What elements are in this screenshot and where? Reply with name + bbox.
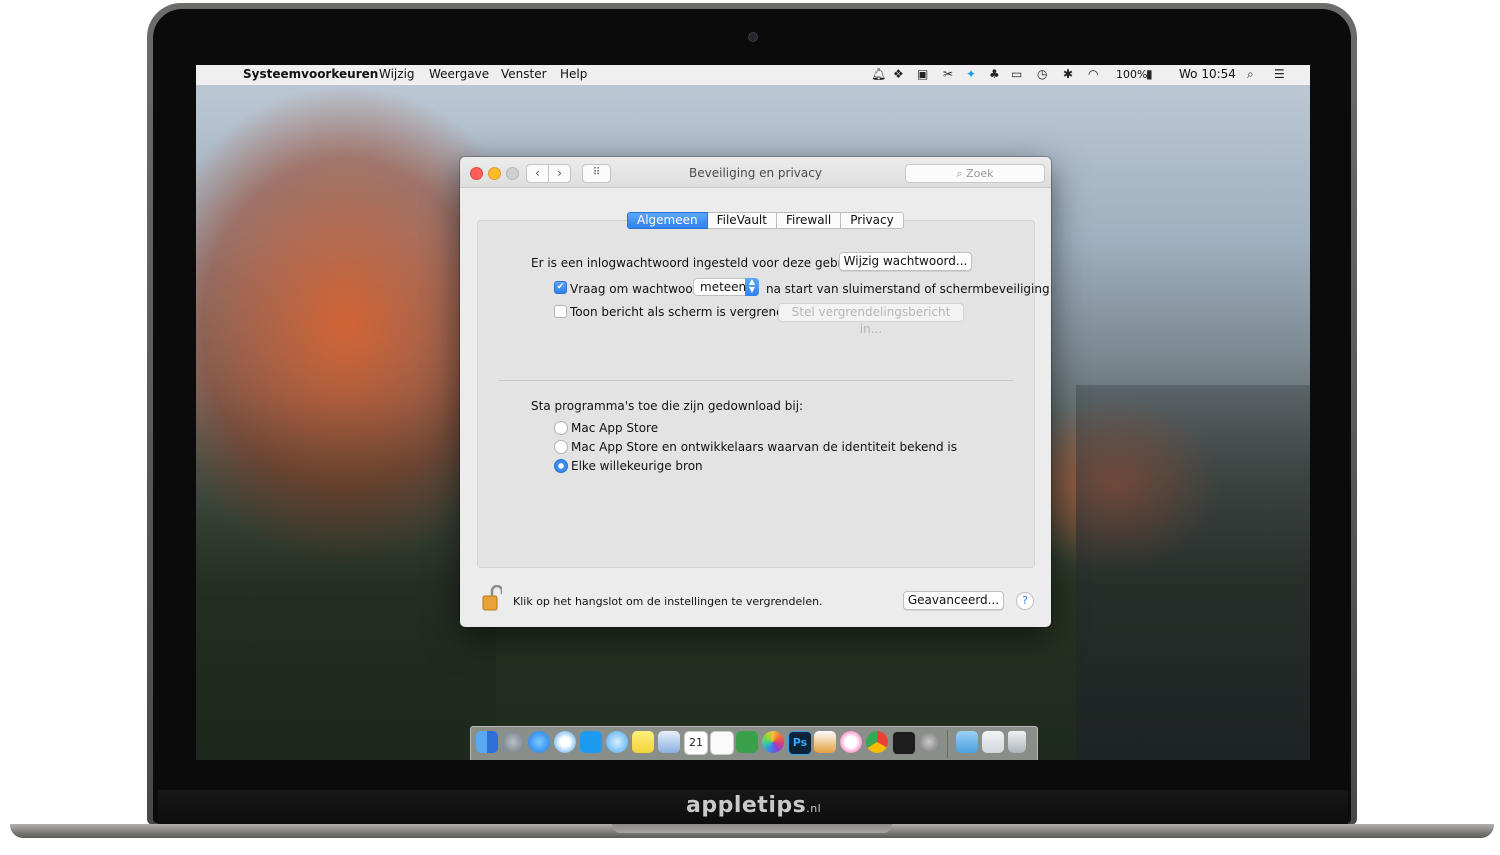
- search-icon: ⌕: [956, 167, 963, 180]
- spotlight-search-icon[interactable]: ⌕: [1247, 67, 1254, 82]
- menu-app-name[interactable]: Systeemvoorkeuren: [243, 67, 378, 81]
- notification-bell-icon[interactable]: 🔔︎: [871, 67, 886, 81]
- menu-venster[interactable]: Venster: [501, 67, 547, 81]
- trash-icon[interactable]: [1008, 731, 1026, 753]
- menu-help[interactable]: Help: [560, 67, 587, 81]
- launchpad-icon[interactable]: [502, 731, 524, 753]
- radio-mac-app-store[interactable]: [554, 421, 568, 435]
- search-placeholder: Zoek: [966, 167, 994, 180]
- security-privacy-window: ‹ › ⠿ Beveiliging en privacy ⌕ Zoek Alge…: [460, 157, 1051, 627]
- require-password-suffix: na start van sluimerstand of schermbevei…: [766, 282, 1050, 296]
- allow-apps-label: Sta programma's toe die zijn gedownload …: [531, 399, 804, 413]
- reminders-icon[interactable]: [710, 731, 734, 755]
- calendar-icon[interactable]: 21: [684, 731, 708, 755]
- change-password-button[interactable]: Wijzig wachtwoord...: [839, 252, 972, 271]
- bluetooth-icon[interactable]: ✱: [1063, 67, 1073, 81]
- lock-instruction-text: Klik op het hangslot om de instellingen …: [513, 595, 823, 608]
- radio-identified-developers[interactable]: [554, 440, 568, 454]
- evernote-menu-icon[interactable]: ♣: [989, 67, 1000, 81]
- require-password-checkbox[interactable]: ✔: [554, 281, 567, 294]
- search-field[interactable]: ⌕ Zoek: [905, 164, 1045, 183]
- dock: 21 Ps: [470, 726, 1038, 760]
- updown-arrows-icon: ▲ ▼: [745, 278, 759, 296]
- menu-bar: Systeemvoorkeuren Wijzig Weergave Venste…: [196, 65, 1310, 85]
- menu-weergave[interactable]: Weergave: [429, 67, 489, 81]
- require-password-label: Vraag om wachtwoord: [570, 282, 706, 296]
- radio-anywhere[interactable]: [554, 459, 568, 473]
- battery-percentage: 100%: [1116, 68, 1148, 81]
- brand-logo: appletips.nl: [686, 793, 822, 818]
- menu-clock[interactable]: Wo 10:54: [1179, 67, 1236, 81]
- checkmark-icon: ✔: [556, 282, 565, 292]
- mail-icon[interactable]: [982, 731, 1004, 753]
- wifi-icon[interactable]: ◠: [1088, 67, 1098, 81]
- time-machine-icon[interactable]: ◷: [1037, 67, 1047, 81]
- downloads-folder-icon[interactable]: [956, 731, 978, 753]
- notes-icon[interactable]: [632, 731, 654, 753]
- evernote-icon[interactable]: [736, 731, 758, 753]
- camera: [748, 32, 758, 42]
- set-lock-message-button[interactable]: Stel vergrendelingsbericht in...: [778, 303, 964, 336]
- dock-separator: [947, 730, 948, 758]
- tab-privacy[interactable]: Privacy: [841, 212, 904, 229]
- terminal-icon[interactable]: [892, 731, 916, 755]
- tab-filevault[interactable]: FileVault: [707, 212, 777, 229]
- settings-panel: [477, 220, 1035, 568]
- twitter-menu-icon[interactable]: ✦: [966, 67, 976, 81]
- preview-icon[interactable]: [658, 731, 680, 753]
- desktop: Systeemvoorkeuren Wijzig Weergave Venste…: [196, 65, 1310, 760]
- radio-label-anywhere: Elke willekeurige bron: [571, 459, 703, 473]
- menu-wijzig[interactable]: Wijzig: [379, 67, 415, 81]
- dropbox-icon[interactable]: ❖: [893, 67, 904, 81]
- itunes-icon[interactable]: [840, 731, 862, 753]
- padlock-open-icon[interactable]: [482, 585, 502, 611]
- password-status-text: Er is een inlogwachtwoord ingesteld voor…: [531, 256, 873, 270]
- chrome-icon[interactable]: [866, 731, 888, 753]
- laptop-notch: [612, 824, 892, 833]
- system-preferences-icon[interactable]: [918, 731, 940, 753]
- photoshop-icon[interactable]: Ps: [788, 731, 812, 755]
- radio-label-mac-app-store: Mac App Store: [571, 421, 659, 435]
- tab-firewall[interactable]: Firewall: [776, 212, 842, 229]
- tab-bar: Algemeen FileVault Firewall Privacy: [627, 212, 904, 229]
- notification-center-icon[interactable]: ☰: [1274, 67, 1285, 81]
- help-button[interactable]: ?: [1016, 592, 1034, 610]
- radio-label-identified-developers: Mac App Store en ontwikkelaars waarvan d…: [571, 440, 957, 454]
- battery-icon[interactable]: ▮: [1146, 67, 1153, 81]
- display-icon[interactable]: ▣: [917, 67, 928, 81]
- scissors-icon[interactable]: ✂: [943, 67, 953, 81]
- messages-icon[interactable]: [606, 731, 628, 753]
- advanced-button[interactable]: Geavanceerd...: [903, 591, 1004, 610]
- twitter-icon[interactable]: [580, 731, 602, 753]
- section-divider: [498, 380, 1014, 381]
- show-message-checkbox[interactable]: [554, 305, 567, 318]
- tab-algemeen[interactable]: Algemeen: [627, 212, 708, 229]
- photos-icon[interactable]: [762, 731, 784, 753]
- password-delay-value: meteen: [700, 280, 747, 294]
- show-message-label: Toon bericht als scherm is vergrendeld: [570, 305, 803, 319]
- finder-icon[interactable]: [476, 731, 498, 753]
- title-bar: ‹ › ⠿ Beveiliging en privacy ⌕ Zoek: [460, 157, 1051, 188]
- airplay-icon[interactable]: ▭: [1011, 67, 1022, 81]
- app-store-icon[interactable]: [528, 731, 550, 753]
- password-delay-popup[interactable]: meteen ▲ ▼: [693, 278, 759, 296]
- safari-icon[interactable]: [554, 731, 576, 753]
- pages-icon[interactable]: [814, 731, 836, 753]
